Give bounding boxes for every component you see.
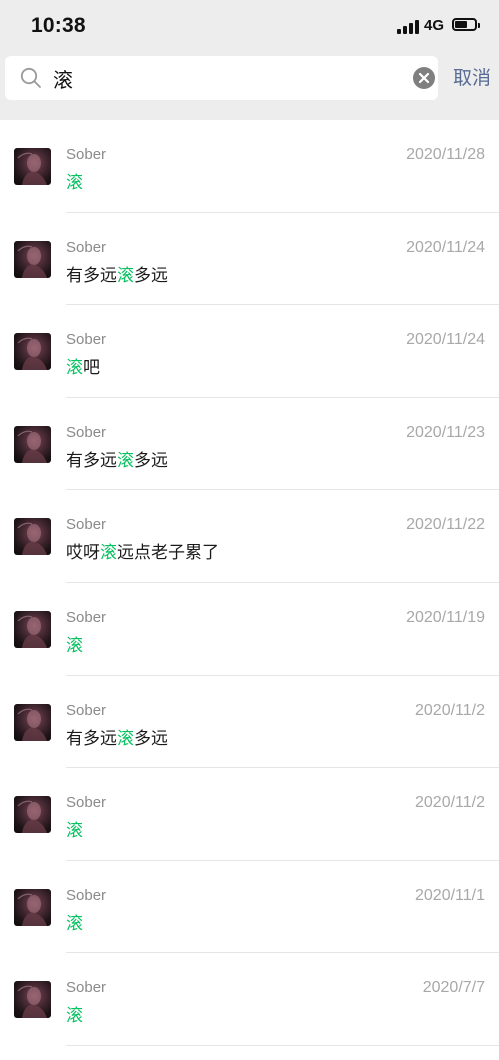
- sender-name: Sober: [66, 608, 107, 626]
- sender-name: Sober: [66, 423, 107, 441]
- search-bar[interactable]: [5, 56, 438, 100]
- cellular-signal-icon: [397, 19, 419, 34]
- message-date: 2020/11/22: [406, 516, 485, 534]
- message-text-before: 有多远: [66, 265, 117, 286]
- search-result-row[interactable]: Sober 2020/11/24 有多远滚多远: [0, 213, 499, 306]
- battery-icon: [452, 18, 480, 31]
- message-snippet: 滚: [66, 168, 83, 193]
- message-date: 2020/11/24: [406, 238, 485, 256]
- search-result-row[interactable]: Sober 2020/11/2 滚: [0, 768, 499, 861]
- message-text-after: 多远: [134, 450, 168, 471]
- message-date: 2020/11/19: [406, 608, 485, 626]
- search-result-row[interactable]: Sober 2020/11/19 滚: [0, 583, 499, 676]
- avatar: [14, 240, 51, 278]
- message-date: 2020/11/2: [415, 701, 485, 719]
- message-date: 2020/11/24: [406, 331, 485, 349]
- cancel-button[interactable]: 取消: [453, 63, 491, 90]
- sender-name: Sober: [66, 794, 107, 812]
- highlighted-keyword: 滚: [117, 728, 134, 749]
- sender-name: Sober: [66, 516, 107, 534]
- highlighted-keyword: 滚: [66, 358, 83, 379]
- message-text-before: 哎呀: [66, 543, 100, 564]
- message-date: 2020/11/23: [406, 423, 485, 441]
- avatar: [14, 796, 51, 834]
- message-date: 2020/7/7: [422, 979, 485, 997]
- highlighted-keyword: 滚: [117, 265, 134, 286]
- message-text-before: 有多远: [66, 450, 117, 471]
- avatar: [14, 333, 51, 371]
- avatar: [14, 148, 51, 185]
- search-result-row[interactable]: Sober 2020/7/7 滚: [0, 953, 499, 1046]
- message-date: 2020/11/28: [406, 146, 485, 163]
- search-screen: 10:38 4G 取消: [0, 0, 499, 1060]
- message-text-after: 多远: [134, 265, 168, 286]
- avatar: [14, 425, 51, 463]
- sender-name: Sober: [66, 331, 107, 349]
- message-snippet: 有多远滚多远: [66, 724, 168, 749]
- clear-icon[interactable]: [413, 67, 435, 89]
- avatar: [14, 981, 51, 1019]
- message-snippet: 有多远滚多远: [66, 446, 168, 471]
- message-text-after: 多远: [134, 728, 168, 749]
- row-divider: [66, 1044, 499, 1046]
- message-snippet: 哎呀滚远点老子累了: [66, 538, 219, 563]
- status-bar: 10:38 4G: [0, 0, 499, 54]
- avatar: [14, 703, 51, 741]
- search-icon: [20, 67, 41, 88]
- status-time: 10:38: [31, 14, 86, 37]
- sender-name: Sober: [66, 886, 107, 904]
- message-snippet: 滚吧: [66, 353, 100, 378]
- highlighted-keyword: 滚: [66, 1006, 83, 1027]
- message-snippet: 滚: [66, 1001, 83, 1026]
- search-result-row[interactable]: Sober 2020/11/1 滚: [0, 861, 499, 954]
- message-date: 2020/11/2: [415, 794, 485, 812]
- search-result-row[interactable]: Sober 2020/11/24 滚吧: [0, 305, 499, 398]
- message-snippet: 有多远滚多远: [66, 261, 168, 286]
- message-snippet: 滚: [66, 631, 83, 656]
- highlighted-keyword: 滚: [66, 635, 83, 656]
- sender-name: Sober: [66, 238, 107, 256]
- message-snippet: 滚: [66, 909, 83, 934]
- top-bar: 10:38 4G 取消: [0, 0, 499, 120]
- highlighted-keyword: 滚: [66, 173, 83, 193]
- search-result-row[interactable]: Sober 2020/11/28 滚: [0, 120, 499, 213]
- search-result-row[interactable]: Sober 2020/11/22 哎呀滚远点老子累了: [0, 490, 499, 583]
- network-type: 4G: [424, 17, 445, 34]
- highlighted-keyword: 滚: [100, 543, 117, 564]
- message-snippet: 滚: [66, 816, 83, 841]
- message-date: 2020/11/1: [415, 886, 485, 904]
- message-text-after: 吧: [83, 358, 100, 379]
- sender-name: Sober: [66, 701, 107, 719]
- search-result-row[interactable]: Sober 2020/11/23 有多远滚多远: [0, 398, 499, 491]
- sender-name: Sober: [66, 146, 107, 163]
- highlighted-keyword: 滚: [117, 450, 134, 471]
- avatar: [14, 888, 51, 926]
- message-text-before: 有多远: [66, 728, 117, 749]
- highlighted-keyword: 滚: [66, 821, 83, 842]
- avatar: [14, 610, 51, 648]
- sender-name: Sober: [66, 979, 107, 997]
- avatar: [14, 518, 51, 556]
- search-input[interactable]: [53, 63, 393, 93]
- search-result-row[interactable]: Sober 2020/11/2 有多远滚多远: [0, 676, 499, 769]
- search-results-list: Sober 2020/11/28 滚 Sober 2020/11/24 有多远滚…: [0, 120, 499, 1046]
- message-text-after: 远点老子累了: [117, 543, 219, 564]
- highlighted-keyword: 滚: [66, 913, 83, 934]
